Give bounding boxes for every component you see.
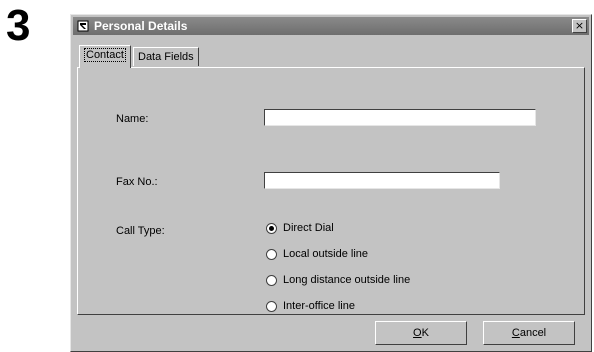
- radio-button[interactable]: [266, 222, 277, 234]
- name-input[interactable]: [264, 109, 536, 126]
- radio-selected-dot: [269, 225, 274, 231]
- radio-direct-dial[interactable]: Direct Dial: [266, 222, 334, 234]
- ok-mnemonic: O: [413, 327, 422, 339]
- ok-button[interactable]: OK: [375, 321, 467, 345]
- tab-contact[interactable]: Contact: [79, 45, 131, 68]
- tab-data-fields[interactable]: Data Fields: [133, 47, 199, 66]
- radio-label: Direct Dial: [283, 222, 334, 234]
- cancel-label: ancel: [519, 327, 547, 339]
- cancel-button[interactable]: Cancel: [483, 321, 575, 345]
- fax-label: Fax No.:: [116, 176, 158, 188]
- radio-label: Local outside line: [283, 248, 369, 260]
- contact-tab-panel: Name: Fax No.: Call Type: Direct Dial Lo…: [77, 67, 585, 315]
- close-icon: ×: [574, 19, 585, 32]
- tab-contact-label: Contact: [84, 48, 126, 62]
- name-label: Name:: [116, 113, 149, 125]
- cancel-mnemonic: C: [511, 327, 520, 339]
- radio-local-outside-line[interactable]: Local outside line: [266, 248, 368, 260]
- fax-input[interactable]: [264, 172, 500, 189]
- radio-button[interactable]: [266, 274, 277, 286]
- radio-button[interactable]: [266, 248, 277, 260]
- ok-label: K: [421, 327, 429, 339]
- call-type-label: Call Type:: [116, 225, 165, 237]
- dialog-title: Personal Details: [94, 19, 188, 33]
- phone-book-icon: [76, 19, 90, 33]
- close-button[interactable]: ×: [572, 19, 587, 33]
- radio-inter-office-line[interactable]: Inter-office line: [266, 300, 355, 312]
- personal-details-dialog: Personal Details × Contact Data Fields N…: [70, 14, 592, 352]
- step-number: 3: [6, 1, 31, 50]
- radio-long-distance-outside-line[interactable]: Long distance outside line: [266, 274, 410, 286]
- radio-label: Long distance outside line: [283, 274, 411, 286]
- radio-button[interactable]: [266, 300, 277, 312]
- tab-data-fields-label: Data Fields: [138, 51, 194, 63]
- title-bar: Personal Details ×: [73, 17, 589, 35]
- radio-label: Inter-office line: [283, 300, 355, 312]
